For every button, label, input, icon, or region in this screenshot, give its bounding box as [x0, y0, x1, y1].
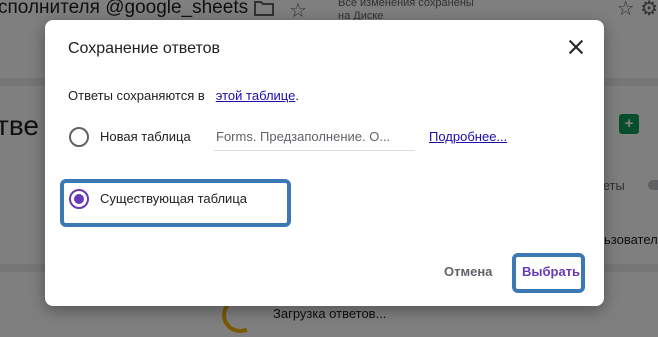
- save-responses-dialog: Сохранение ответов Ответы сохраняются в э…: [45, 20, 604, 306]
- new-sheet-label[interactable]: Новая таблица: [100, 129, 191, 144]
- this-sheet-link[interactable]: этой таблице: [216, 88, 296, 103]
- highlight-box: [60, 179, 291, 227]
- info-text: Ответы сохраняются в: [68, 88, 205, 103]
- info-line: Ответы сохраняются в этой таблице.: [68, 88, 299, 103]
- close-icon[interactable]: [563, 34, 589, 60]
- more-info-link[interactable]: Подробнее...: [429, 129, 507, 144]
- new-sheet-name-input[interactable]: [214, 123, 415, 151]
- cancel-button[interactable]: Отмена: [444, 264, 492, 279]
- dialog-title: Сохранение ответов: [68, 40, 221, 57]
- highlight-box: [512, 253, 585, 293]
- new-sheet-radio[interactable]: [69, 127, 89, 147]
- info-end: .: [295, 88, 299, 103]
